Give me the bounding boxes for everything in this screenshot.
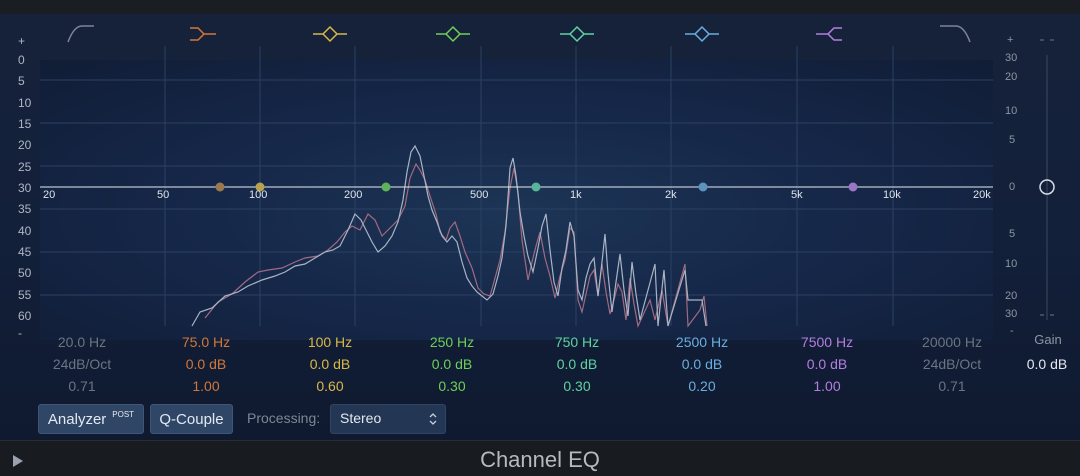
freq-label: 2k [665,189,677,201]
channel-eq-window: + 0 5 10 15 20 25 30 35 40 45 50 55 60 -… [0,0,1080,476]
band-frequency[interactable]: 20000 Hz [897,334,1007,350]
analyzer-curve-left [191,144,707,327]
band-gain[interactable]: 0.0 dB [275,356,385,372]
plugin-title: Channel EQ [480,447,600,472]
freq-label: 20 [43,189,56,201]
band-handle-7500hz[interactable] [848,182,858,192]
analyzer-curve-right [204,162,708,328]
freq-label: 100 [249,189,268,201]
processing-label: Processing: [247,410,321,426]
q-couple-button[interactable]: Q-Couple [150,404,233,434]
freq-label: 1k [570,189,582,201]
band-gain[interactable]: 0.0 dB [522,356,632,372]
freq-label: 500 [470,189,489,201]
band-q[interactable]: 1.00 [151,378,261,394]
freq-label: 200 [344,189,363,201]
band-frequency[interactable]: 7500 Hz [772,334,882,350]
analyzer-post-badge: POST [112,409,135,419]
analyzer-label: Analyzer [47,410,107,428]
band-q[interactable]: 0.71 [897,378,1007,394]
band-q[interactable]: 0.30 [522,378,632,394]
band-q[interactable]: 0.20 [647,378,757,394]
freq-label: 20k [973,189,991,201]
processing-select[interactable]: Stereo [330,404,446,434]
analyzer-button[interactable]: Analyzer POST [38,404,144,434]
band-q[interactable]: 0.60 [275,378,385,394]
freq-label: 5k [791,189,803,201]
freq-label: 10k [883,189,901,201]
band-handle-2500hz[interactable] [698,182,708,192]
band-frequency[interactable]: 750 Hz [522,334,632,350]
band-q[interactable]: 1.00 [772,378,882,394]
band-handle-75hz[interactable] [215,182,225,192]
gain-value[interactable]: 0.0 dB [1014,356,1080,372]
band-gain[interactable]: 24dB/Oct [27,356,137,372]
band-gain[interactable]: 0.0 dB [647,356,757,372]
band-handle-250hz[interactable] [381,182,391,192]
updown-chevron-icon [429,413,437,425]
band-frequency[interactable]: 100 Hz [275,334,385,350]
band-frequency[interactable]: 75.0 Hz [151,334,261,350]
processing-value: Stereo [340,410,382,426]
band-frequency[interactable]: 250 Hz [397,334,507,350]
band-q[interactable]: 0.71 [27,378,137,394]
band-frequency[interactable]: 2500 Hz [647,334,757,350]
band-gain[interactable]: 0.0 dB [151,356,261,372]
band-handle-750hz[interactable] [531,182,541,192]
band-gain[interactable]: 24dB/Oct [897,356,1007,372]
band-q[interactable]: 0.30 [397,378,507,394]
band-frequency[interactable]: 20.0 Hz [27,334,137,350]
band-gain[interactable]: 0.0 dB [772,356,882,372]
band-gain[interactable]: 0.0 dB [397,356,507,372]
freq-label: 50 [157,189,170,201]
gain-label: Gain [1034,332,1062,347]
